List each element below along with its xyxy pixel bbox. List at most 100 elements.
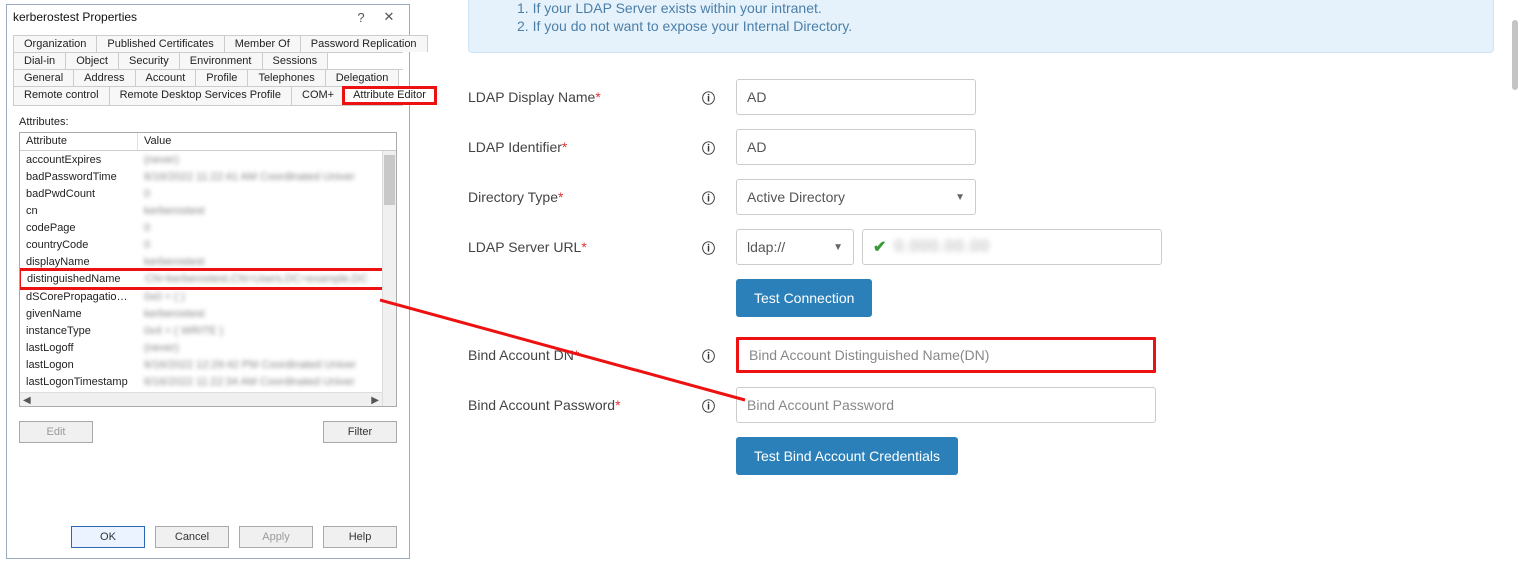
tab-sessions[interactable]: Sessions: [262, 52, 329, 69]
col-attribute[interactable]: Attribute: [20, 133, 138, 150]
tab-environment[interactable]: Environment: [179, 52, 263, 69]
bind-account-password-input[interactable]: [736, 387, 1156, 423]
info-icon[interactable]: [702, 188, 736, 207]
horizontal-scrollbar[interactable]: ◀ ▶: [20, 392, 382, 406]
scroll-left-icon[interactable]: ◀: [23, 395, 31, 406]
attr-name: badPasswordTime: [20, 171, 138, 183]
help-dialog-button[interactable]: Help: [323, 526, 397, 548]
filter-button[interactable]: Filter: [323, 421, 397, 443]
attr-name: lastLogoff: [20, 342, 138, 354]
close-button[interactable]: ✕: [375, 9, 403, 25]
window-title: kerberostest Properties: [13, 10, 347, 24]
attr-value: kerberostest: [138, 256, 396, 268]
tab-delegation[interactable]: Delegation: [325, 69, 400, 86]
attribute-row-givenName[interactable]: givenNamekerberostest: [20, 305, 396, 322]
tab-published-certificates[interactable]: Published Certificates: [96, 35, 224, 52]
attr-value: kerberostest: [138, 205, 396, 217]
attribute-row-badPwdCount[interactable]: badPwdCount0: [20, 185, 396, 202]
chevron-down-icon: ▼: [955, 192, 965, 203]
attr-name: lastLogonTimestamp: [20, 376, 138, 388]
directory-type-selected: Active Directory: [747, 189, 845, 205]
tab-rds-profile[interactable]: Remote Desktop Services Profile: [109, 86, 292, 105]
attribute-row-countryCode[interactable]: countryCode0: [20, 236, 396, 253]
scroll-thumb[interactable]: [384, 155, 395, 205]
attribute-row-lastLogoff[interactable]: lastLogoff(never): [20, 339, 396, 356]
info-icon[interactable]: [702, 346, 736, 365]
tab-telephones[interactable]: Telephones: [247, 69, 325, 86]
label-ldap-server-url: LDAP Server URL*: [468, 239, 702, 255]
attribute-row-lastLogon[interactable]: lastLogon6/16/2022 12:29:42 PM Coordinat…: [20, 356, 396, 373]
chevron-down-icon: ▼: [833, 242, 843, 253]
label-ldap-identifier: LDAP Identifier*: [468, 139, 702, 155]
attribute-row-codePage[interactable]: codePage0: [20, 219, 396, 236]
attribute-row-distinguishedName[interactable]: distinguishedNameCN=kerberostest,CN=User…: [19, 268, 397, 290]
attribute-row-badPasswordTime[interactable]: badPasswordTime6/16/2022 11:22:41 AM Coo…: [20, 168, 396, 185]
scroll-right-icon[interactable]: ▶: [371, 395, 379, 406]
attr-name: displayName: [20, 256, 138, 268]
info-icon[interactable]: [702, 238, 736, 257]
attribute-row-accountExpires[interactable]: accountExpires(never): [20, 151, 396, 168]
vertical-scrollbar[interactable]: [382, 151, 396, 406]
test-bind-credentials-button[interactable]: Test Bind Account Credentials: [736, 437, 958, 475]
tab-profile[interactable]: Profile: [195, 69, 248, 86]
tab-complus[interactable]: COM+: [291, 86, 345, 105]
attr-value: 0x4 = ( WRITE ): [138, 325, 396, 337]
attribute-row-displayName[interactable]: displayNamekerberostest: [20, 253, 396, 270]
help-button[interactable]: ?: [347, 10, 375, 25]
label-bind-dn: Bind Account DN*: [468, 347, 702, 363]
attr-value: 6/16/2022 11:22:41 AM Coordinated Univer: [138, 171, 396, 183]
tab-password-replication[interactable]: Password Replication: [300, 35, 428, 52]
attr-name: distinguishedName: [21, 273, 139, 285]
attr-name: badPwdCount: [20, 188, 138, 200]
attr-name: cn: [20, 205, 138, 217]
tab-general[interactable]: General: [13, 69, 74, 86]
ldap-host-value: 0.000.00.00: [894, 238, 990, 256]
tab-member-of[interactable]: Member Of: [224, 35, 301, 52]
page-scroll-thumb[interactable]: [1512, 20, 1518, 90]
tab-object[interactable]: Object: [65, 52, 119, 69]
col-value[interactable]: Value: [138, 133, 396, 150]
info-icon[interactable]: [702, 396, 736, 415]
tab-content: Attributes: Attribute Value accountExpir…: [7, 106, 409, 516]
attribute-row-lastLogonTimestamp[interactable]: lastLogonTimestamp6/16/2022 11:22:34 AM …: [20, 373, 396, 390]
tab-address[interactable]: Address: [73, 69, 135, 86]
apply-button[interactable]: Apply: [239, 526, 313, 548]
ldap-host-input[interactable]: ✔ 0.000.00.00: [862, 229, 1162, 265]
tab-organization[interactable]: Organization: [13, 35, 97, 52]
tab-dial-in[interactable]: Dial-in: [13, 52, 66, 69]
tab-remote-control[interactable]: Remote control: [13, 86, 110, 105]
ldap-display-name-input[interactable]: [736, 79, 976, 115]
attributes-label: Attributes:: [19, 116, 397, 128]
bind-account-dn-input[interactable]: [736, 337, 1156, 373]
info-icon[interactable]: [702, 88, 736, 107]
edit-button[interactable]: Edit: [19, 421, 93, 443]
tab-security[interactable]: Security: [118, 52, 180, 69]
ldap-identifier-input[interactable]: [736, 129, 976, 165]
label-directory-type: Directory Type*: [468, 189, 702, 205]
attr-value: (never): [138, 154, 396, 166]
directory-type-select[interactable]: Active Directory ▼: [736, 179, 976, 215]
attribute-row-instanceType[interactable]: instanceType0x4 = ( WRITE ): [20, 322, 396, 339]
ldap-protocol-select[interactable]: ldap:// ▼: [736, 229, 854, 265]
list-header: Attribute Value: [20, 133, 396, 151]
info-callout: 1. If your LDAP Server exists within you…: [468, 0, 1494, 53]
attributes-listbox[interactable]: Attribute Value accountExpires(never)bad…: [19, 132, 397, 407]
attribute-row-cn[interactable]: cnkerberostest: [20, 202, 396, 219]
check-icon: ✔: [873, 237, 886, 257]
ok-button[interactable]: OK: [71, 526, 145, 548]
ldap-protocol-selected: ldap://: [747, 239, 785, 255]
test-connection-button[interactable]: Test Connection: [736, 279, 872, 317]
attr-value: 0: [138, 239, 396, 251]
tab-attribute-editor[interactable]: Attribute Editor: [342, 86, 437, 105]
attr-value: 0x0 = ( ): [138, 291, 396, 303]
info-line-1: 1. If your LDAP Server exists within you…: [489, 0, 1473, 16]
attr-value: kerberostest: [138, 308, 396, 320]
cancel-button[interactable]: Cancel: [155, 526, 229, 548]
page-scrollbar[interactable]: [1510, 0, 1520, 569]
label-ldap-display-name: LDAP Display Name*: [468, 89, 702, 105]
attribute-row-dSCorePropagationD...[interactable]: dSCorePropagationD...0x0 = ( ): [20, 288, 396, 305]
info-line-2: 2. If you do not want to expose your Int…: [489, 18, 1473, 34]
info-icon[interactable]: [702, 138, 736, 157]
attr-name: codePage: [20, 222, 138, 234]
tab-account[interactable]: Account: [135, 69, 197, 86]
